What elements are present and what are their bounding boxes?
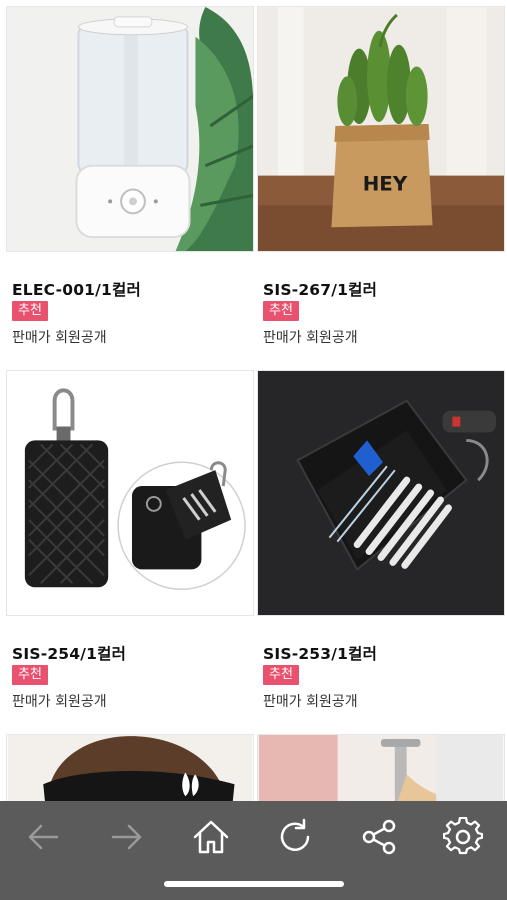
product-image-key-wallet[interactable]	[6, 370, 254, 616]
reload-icon	[280, 818, 310, 851]
share-button[interactable]	[355, 813, 403, 861]
share-icon	[362, 819, 396, 855]
recommend-badge: 추천	[12, 665, 48, 685]
product-name[interactable]: SIS-253/1컬러	[263, 642, 377, 664]
reload-button[interactable]	[271, 813, 319, 861]
recommend-badge: 추천	[263, 665, 299, 685]
recommend-badge: 추천	[263, 301, 299, 321]
product-image-headband[interactable]	[6, 734, 254, 804]
gear-icon	[443, 817, 483, 855]
back-button[interactable]	[19, 813, 67, 861]
product-name[interactable]: SIS-254/1컬러	[12, 642, 126, 664]
product-image-key-wallet-open[interactable]	[257, 370, 505, 616]
home-icon	[193, 820, 229, 854]
home-button[interactable]	[187, 813, 235, 861]
product-price: 판매가 회원공개	[12, 330, 107, 346]
product-price: 판매가 회원공개	[12, 694, 107, 710]
home-indicator[interactable]	[164, 881, 344, 887]
product-image-humidifier[interactable]	[6, 6, 254, 252]
product-price: 판매가 회원공개	[263, 694, 358, 710]
arrow-right-icon	[111, 824, 142, 850]
product-name[interactable]: ELEC-001/1컬러	[12, 278, 141, 300]
product-image-faucet[interactable]	[257, 734, 505, 804]
arrow-left-icon	[28, 824, 59, 850]
pot-label-text: HEY	[363, 172, 408, 195]
product-price: 판매가 회원공개	[263, 330, 358, 346]
settings-button[interactable]	[439, 813, 487, 861]
recommend-badge: 추천	[12, 301, 48, 321]
product-name[interactable]: SIS-267/1컬러	[263, 278, 377, 300]
product-image-cactus-pot[interactable]: HEY	[257, 6, 505, 252]
forward-button[interactable]	[103, 813, 151, 861]
